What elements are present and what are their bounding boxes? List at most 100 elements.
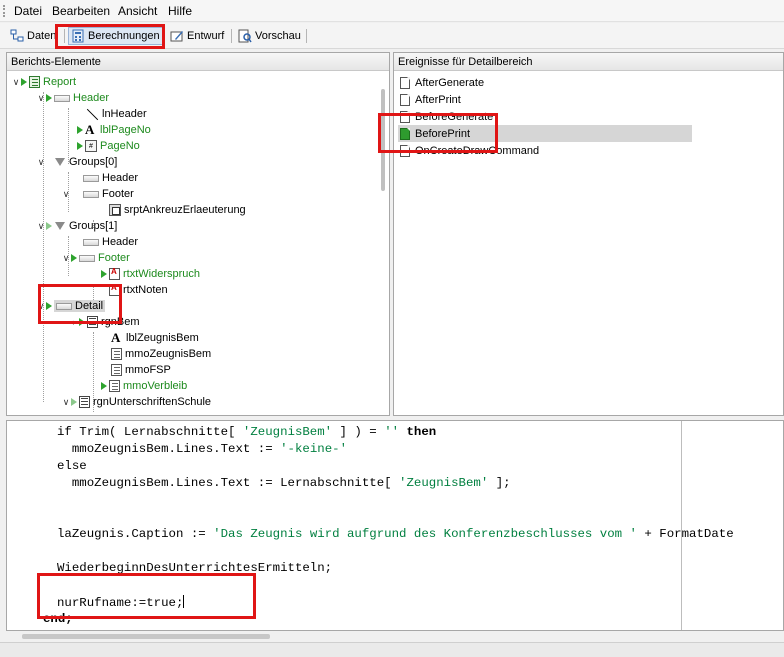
- tree-node-rtxtwiderspruch[interactable]: rtxtWiderspruch: [101, 266, 200, 282]
- page-number-icon: #: [85, 140, 97, 152]
- tree-node-mmoverbleib[interactable]: mmoVerbleib: [101, 378, 187, 394]
- code-line-4: mmoZeugnisBem.Lines.Text := Lernabschnit…: [57, 476, 511, 490]
- code-text: ] ) =: [332, 425, 385, 439]
- menu-datei[interactable]: Datei: [14, 4, 42, 18]
- tab-entwurf[interactable]: Entwurf: [168, 27, 226, 45]
- tab-daten[interactable]: Daten: [8, 27, 58, 45]
- code-text: + FormatDate: [637, 527, 734, 541]
- code-text: mmoZeugnisBem.Lines.Text :=: [57, 442, 281, 456]
- event-flag-icon: [77, 126, 83, 134]
- event-flag-icon: [101, 270, 107, 278]
- band-icon: [83, 239, 99, 246]
- code-string: '-keine-': [280, 442, 347, 456]
- tree-label: PageNo: [100, 140, 140, 152]
- toolbar-separator: [231, 29, 232, 43]
- tree-node-header[interactable]: ∨ Header: [36, 90, 109, 106]
- report-tree[interactable]: ∨ Report ∨ Header lnHeader A lblPageNo #…: [7, 72, 389, 415]
- code-string: 'ZeugnisBem': [399, 476, 489, 490]
- tree-node-lnheader[interactable]: lnHeader: [87, 106, 147, 122]
- tree-node-srpt[interactable]: srptAnkreuzErlaeuterung: [109, 202, 246, 218]
- tree-label: Report: [43, 76, 77, 88]
- toolbar-separator: [306, 29, 307, 43]
- tree-node-lblpageno[interactable]: A lblPageNo: [77, 122, 151, 138]
- design-icon: [170, 29, 184, 43]
- code-string: 'Das Zeugnis wird aufgrund des Konferenz…: [213, 527, 637, 541]
- menu-bearbeiten[interactable]: Bearbeiten: [52, 4, 110, 18]
- region-icon: [79, 396, 90, 408]
- tree-label: lblPageNo: [100, 124, 151, 136]
- tree-node-groups1-header[interactable]: Header: [83, 234, 138, 250]
- richtext-icon: [109, 267, 120, 280]
- event-afterprint[interactable]: AfterPrint: [400, 91, 461, 108]
- tree-node-lblzeugnisbem[interactable]: A lblZeugnisBem: [111, 330, 199, 346]
- code-horizontal-scrollbar[interactable]: [22, 634, 270, 639]
- panel-header: Berichts-Elemente: [7, 53, 389, 71]
- band-icon: [83, 175, 99, 182]
- tree-label: rtxtNoten: [123, 284, 168, 296]
- label-icon: A: [111, 330, 121, 345]
- chevron-down-icon[interactable]: ∨: [61, 253, 71, 264]
- events-panel: Ereignisse für Detailbereich AfterGenera…: [393, 52, 784, 416]
- tree-label: lnHeader: [102, 108, 147, 120]
- tree-node-report[interactable]: ∨ Report: [11, 74, 76, 90]
- menu-bar: Datei Bearbeiten Ansicht Hilfe: [0, 0, 784, 22]
- tree-node-groups1[interactable]: ∨ Groups[1]: [36, 218, 118, 234]
- event-flag-icon: [46, 94, 52, 102]
- preview-icon: [238, 29, 252, 43]
- menu-hilfe[interactable]: Hilfe: [168, 4, 192, 18]
- band-icon: [54, 95, 70, 102]
- event-flag-outline-icon: [71, 398, 77, 406]
- tree-label: rgnUnterschriftenSchule: [93, 396, 212, 408]
- chevron-down-icon[interactable]: ∨: [61, 189, 71, 200]
- tree-node-mmozeugnisbem[interactable]: mmoZeugnisBem: [111, 346, 211, 362]
- tree-label: Footer: [98, 252, 130, 264]
- tree-label: rtxtWiderspruch: [123, 268, 201, 280]
- document-icon: [400, 93, 410, 106]
- code-text: ];: [488, 476, 511, 490]
- tree-label: Footer: [102, 188, 134, 200]
- tree-node-groups1-footer[interactable]: ∨ Footer: [61, 250, 130, 266]
- chevron-down-icon[interactable]: ∨: [36, 221, 46, 232]
- code-line-5: laZeugnis.Caption := 'Das Zeugnis wird a…: [57, 527, 734, 541]
- highlight-box: [37, 573, 256, 619]
- band-icon: [83, 191, 99, 198]
- tab-entwurf-label: Entwurf: [187, 30, 225, 42]
- memo-icon: [111, 348, 122, 360]
- memo-icon: [111, 364, 122, 376]
- memo-icon: [109, 380, 120, 392]
- tree-node-rgnunterschriften[interactable]: ∨ rgnUnterschriftenSchule: [61, 394, 211, 410]
- highlight-box: [38, 284, 122, 324]
- tree-label: Groups[0]: [69, 156, 118, 168]
- tree-label: mmoZeugnisBem: [125, 348, 212, 360]
- chevron-down-icon[interactable]: ∨: [36, 157, 46, 168]
- data-icon: [10, 29, 24, 43]
- status-bar: [0, 642, 784, 657]
- tree-node-pageno[interactable]: # PageNo: [77, 138, 140, 154]
- tree-label: Header: [102, 236, 139, 248]
- tree-label: mmoVerbleib: [123, 380, 188, 392]
- tab-vorschau[interactable]: Vorschau: [236, 27, 303, 45]
- chevron-down-icon[interactable]: ∨: [36, 93, 46, 104]
- tree-node-groups0-footer[interactable]: ∨ Footer: [61, 186, 134, 202]
- tree-node-groups0[interactable]: ∨ Groups[0]: [36, 154, 118, 170]
- code-string: 'ZeugnisBem': [242, 425, 333, 439]
- tree-node-mmofsp[interactable]: mmoFSP: [111, 362, 171, 378]
- code-text: else: [57, 459, 87, 473]
- tree-label: srptAnkreuzErlaeuterung: [124, 204, 246, 216]
- panel-header: Ereignisse für Detailbereich: [394, 53, 783, 71]
- highlight-box: [378, 113, 498, 153]
- code-line-1: then if Trim( Lernabschnitte[ 'ZeugnisBem…: [57, 425, 436, 439]
- menu-ansicht[interactable]: Ansicht: [118, 4, 157, 18]
- chevron-down-icon[interactable]: ∨: [61, 397, 71, 408]
- event-label: AfterPrint: [415, 93, 461, 106]
- label-icon: A: [85, 122, 95, 137]
- tree-node-groups0-header[interactable]: Header: [83, 170, 138, 186]
- chevron-down-icon[interactable]: ∨: [11, 77, 21, 88]
- report-icon: [29, 76, 40, 88]
- tree-label: Header: [102, 172, 139, 184]
- group-icon: [54, 221, 66, 232]
- code-text: if Trim( Lernabschnitte[: [57, 425, 243, 439]
- right-margin-line: [681, 421, 682, 630]
- event-aftergenerate[interactable]: AfterGenerate: [400, 74, 484, 91]
- tree-label: lblZeugnisBem: [126, 332, 199, 344]
